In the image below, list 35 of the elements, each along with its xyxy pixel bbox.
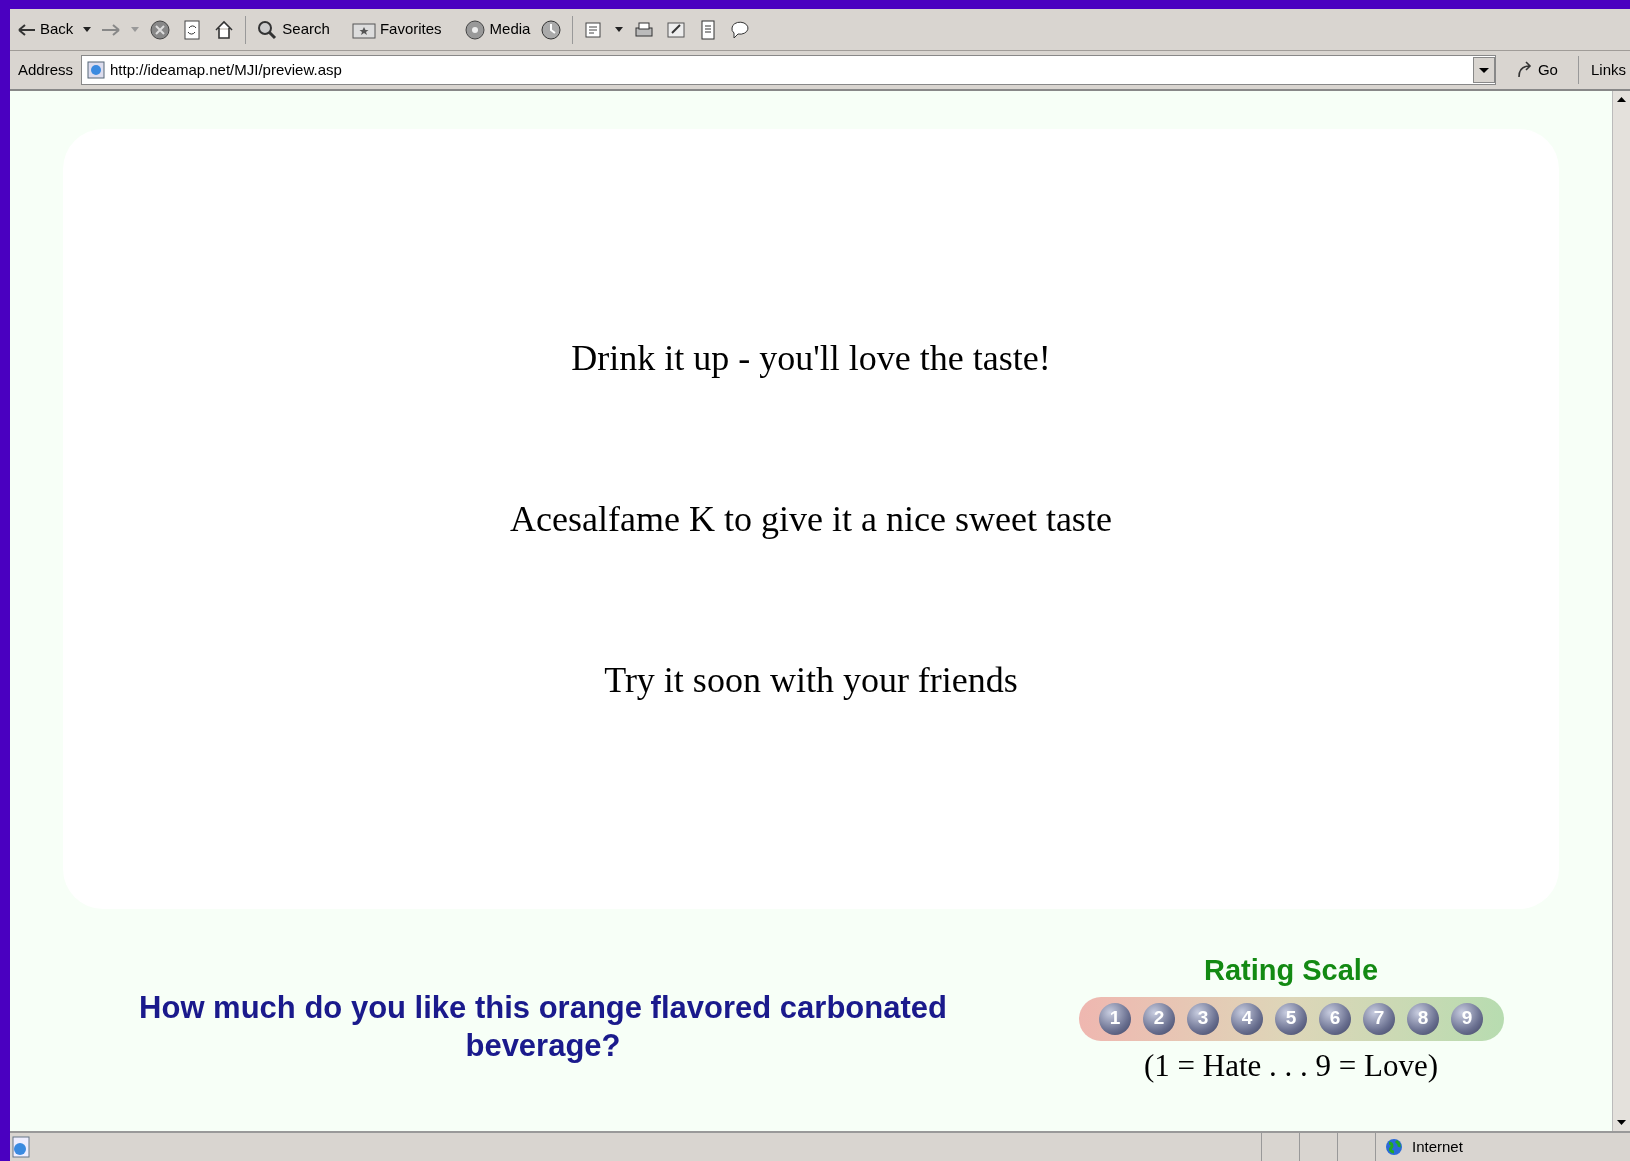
- rating-option[interactable]: 2: [1143, 1002, 1175, 1035]
- left-arrow-icon: [18, 22, 36, 37]
- globe-icon: [1384, 1137, 1404, 1157]
- scrollbar[interactable]: [1612, 91, 1630, 1131]
- rating-option[interactable]: 3: [1187, 1002, 1219, 1035]
- rating-option[interactable]: 6: [1319, 1002, 1351, 1035]
- back-button[interactable]: Back: [18, 18, 74, 41]
- media-icon: [463, 18, 486, 41]
- rating-legend: (1 = Hate . . . 9 = Love): [1143, 1042, 1439, 1089]
- address-label: Address: [17, 59, 75, 80]
- rating-option[interactable]: 8: [1407, 1002, 1439, 1035]
- rating-option[interactable]: 9: [1451, 1002, 1483, 1035]
- stop-icon[interactable]: [149, 18, 172, 41]
- rating-option[interactable]: 5: [1275, 1002, 1307, 1035]
- favorites-button[interactable]: Favorites: [351, 18, 442, 41]
- address-field[interactable]: http://ideamap.net/MJI/preview.asp: [81, 55, 1496, 85]
- slogan-text: Try it soon with your friends: [604, 659, 1018, 702]
- rating-option[interactable]: 7: [1363, 1002, 1395, 1035]
- rating-scale-title: Rating Scale: [1203, 953, 1379, 988]
- slogan-text: Acesalfame K to give it a nice sweet taste: [510, 498, 1112, 541]
- history-icon[interactable]: [540, 18, 563, 41]
- security-zone-text: Internet: [1412, 1136, 1463, 1157]
- caret-icon[interactable]: [615, 26, 624, 33]
- caret-icon[interactable]: [83, 26, 92, 33]
- media-button[interactable]: Media: [463, 18, 531, 41]
- links-button[interactable]: Links: [1582, 58, 1626, 82]
- page-icon: [86, 60, 107, 80]
- curved-arrow-icon: [1515, 61, 1534, 79]
- search-button[interactable]: Search: [256, 18, 330, 41]
- slogan-text: Drink it up - you'll love the taste!: [571, 337, 1051, 380]
- rating-option[interactable]: 1: [1099, 1002, 1131, 1035]
- search-icon: [256, 18, 279, 41]
- question-text: How much do you like this orange flavored carbonated beverage?: [138, 989, 948, 1065]
- rating-option[interactable]: 4: [1231, 1002, 1263, 1035]
- go-button[interactable]: Go: [1499, 58, 1574, 82]
